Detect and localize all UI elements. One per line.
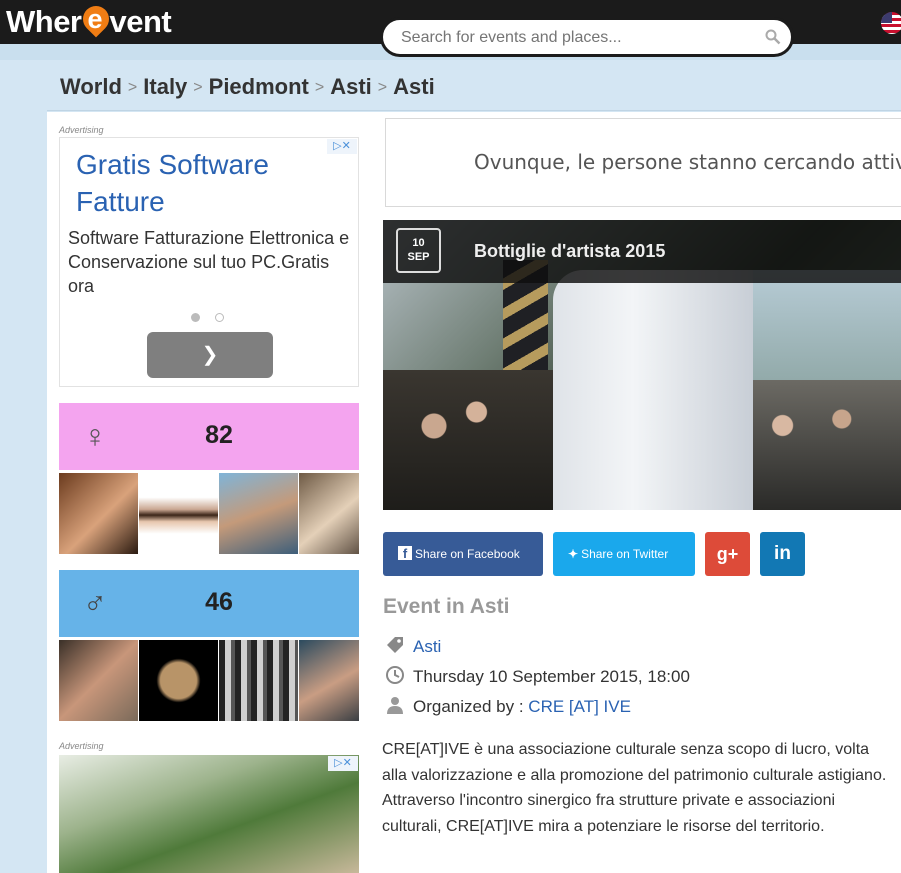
avatar[interactable] bbox=[299, 640, 359, 721]
googleplus-icon: g+ bbox=[716, 544, 739, 564]
avatar[interactable] bbox=[299, 473, 359, 554]
event-date-badge: 10 SEP bbox=[396, 228, 441, 273]
share-googleplus-button[interactable]: g+ bbox=[705, 532, 750, 576]
advertising-label: Advertising bbox=[59, 741, 104, 751]
logo-text-suffix: vent bbox=[109, 4, 172, 39]
share-twitter-label: Share on Twitter bbox=[581, 547, 669, 561]
event-month: SEP bbox=[407, 251, 430, 263]
search-box[interactable] bbox=[380, 17, 794, 57]
avatar[interactable] bbox=[139, 473, 218, 554]
event-description: CRE[AT]IVE è una associazione culturale … bbox=[382, 741, 887, 835]
chevron-right-icon: ❯ bbox=[201, 344, 219, 366]
event-day: 10 bbox=[412, 237, 425, 249]
avatar[interactable] bbox=[59, 473, 138, 554]
organizer-link[interactable]: CRE [AT] IVE bbox=[528, 697, 631, 716]
avatar[interactable] bbox=[139, 640, 218, 721]
breadcrumb-italy[interactable]: Italy bbox=[143, 74, 187, 99]
share-linkedin-button[interactable]: in bbox=[760, 532, 805, 576]
us-flag-icon[interactable] bbox=[881, 12, 901, 34]
breadcrumb-separator: > bbox=[314, 79, 325, 96]
clock-icon bbox=[386, 666, 404, 684]
event-organizer: Organized by : CRE [AT] IVE bbox=[385, 695, 631, 717]
male-attendees: ♂ 46 bbox=[59, 570, 359, 726]
male-avatars bbox=[59, 640, 359, 721]
female-avatars bbox=[59, 473, 359, 554]
share-facebook-button[interactable]: f Share on Facebook bbox=[383, 532, 543, 576]
datetime-text: Thursday 10 September 2015, 18:00 bbox=[413, 667, 690, 686]
linkedin-icon: in bbox=[774, 543, 791, 564]
breadcrumb-separator: > bbox=[127, 79, 138, 96]
carousel-dot[interactable] bbox=[215, 313, 224, 322]
wherevent-logo[interactable]: Wher e vent bbox=[6, 0, 172, 40]
twitter-icon: ✦ bbox=[568, 547, 579, 561]
female-bar: ♀ 82 bbox=[59, 403, 359, 470]
logo-text-prefix: Wher bbox=[6, 4, 82, 39]
top-banner-ad[interactable]: Ovunque, le persone stanno cercando atti… bbox=[385, 118, 901, 207]
event-title: Bottiglie d'artista 2015 bbox=[474, 241, 666, 261]
ad-next-button[interactable]: ❯ bbox=[147, 332, 273, 378]
event-image[interactable]: 10 SEP Bottiglie d'artista 2015 bbox=[383, 220, 901, 510]
search-input[interactable] bbox=[401, 26, 761, 50]
organized-by-label: Organized by : bbox=[413, 697, 524, 716]
ad-carousel-dots bbox=[191, 309, 239, 327]
breadcrumb-separator: > bbox=[377, 79, 388, 96]
search-icon[interactable] bbox=[765, 29, 781, 45]
breadcrumb-world[interactable]: World bbox=[60, 74, 122, 99]
share-facebook-label: Share on Facebook bbox=[415, 547, 520, 561]
section-title: Event in Asti bbox=[383, 595, 510, 618]
breadcrumb-asti-province[interactable]: Asti bbox=[330, 74, 372, 99]
banner-ad-text: Ovunque, le persone stanno cercando atti… bbox=[474, 150, 901, 174]
avatar[interactable] bbox=[219, 473, 298, 554]
breadcrumb: World > Italy > Piedmont > Asti > Asti bbox=[47, 61, 901, 111]
male-count: 46 bbox=[205, 588, 233, 616]
facebook-icon: f bbox=[398, 546, 412, 561]
carousel-dot-active[interactable] bbox=[191, 313, 200, 322]
sidebar-image-ad[interactable]: ▷✕ bbox=[59, 755, 359, 873]
breadcrumb-piedmont[interactable]: Piedmont bbox=[209, 74, 309, 99]
user-icon bbox=[387, 697, 403, 714]
tag-icon bbox=[387, 637, 403, 653]
event-title-overlay: 10 SEP Bottiglie d'artista 2015 bbox=[383, 220, 901, 283]
male-bar: ♂ 46 bbox=[59, 570, 359, 637]
event-datetime: Thursday 10 September 2015, 18:00 bbox=[385, 665, 690, 687]
avatar[interactable] bbox=[59, 640, 138, 721]
adchoices-icon[interactable]: ▷✕ bbox=[328, 756, 358, 771]
event-location: Asti bbox=[385, 635, 441, 657]
ad-body-text: Software Fatturazione Elettronica e Cons… bbox=[68, 228, 350, 296]
logo-text-e: e bbox=[87, 4, 103, 34]
ad-headline[interactable]: Gratis Software Fatture bbox=[76, 146, 336, 220]
avatar[interactable] bbox=[219, 640, 298, 721]
share-twitter-button[interactable]: ✦ Share on Twitter bbox=[553, 532, 695, 576]
location-pin-icon: e bbox=[77, 0, 114, 38]
advertising-label: Advertising bbox=[59, 125, 104, 135]
breadcrumb-separator: > bbox=[193, 79, 203, 96]
female-count: 82 bbox=[205, 421, 233, 449]
location-link[interactable]: Asti bbox=[413, 637, 441, 656]
sidebar-ad[interactable]: ▷✕ Gratis Software Fatture Software Fatt… bbox=[59, 137, 359, 387]
breadcrumb-asti-city[interactable]: Asti bbox=[393, 74, 435, 99]
female-attendees: ♀ 82 bbox=[59, 403, 359, 559]
